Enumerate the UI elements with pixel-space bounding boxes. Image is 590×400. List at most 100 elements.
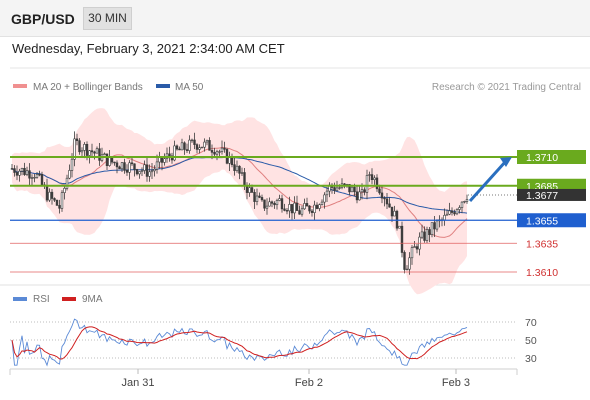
candle-body xyxy=(428,229,431,235)
candle-body xyxy=(270,201,274,204)
candle-body xyxy=(83,144,86,151)
candle-body xyxy=(425,229,429,241)
rsi-tick-label: 30 xyxy=(525,353,537,365)
candle-body xyxy=(205,140,209,143)
candle-body xyxy=(215,151,219,155)
candle-body xyxy=(143,164,146,171)
candle-body xyxy=(445,213,449,216)
candle-body xyxy=(63,188,66,194)
candle-body xyxy=(200,146,204,149)
candle-body xyxy=(450,210,454,213)
candle-body xyxy=(260,197,264,201)
candle-body xyxy=(303,203,306,210)
ma20-legend-swatch xyxy=(13,84,27,88)
candle-body xyxy=(68,170,71,179)
support-label: 1.3635 xyxy=(526,238,558,250)
candle-body xyxy=(423,231,426,241)
candle-body xyxy=(308,205,311,212)
candle-body xyxy=(465,199,469,202)
candle-body xyxy=(288,204,291,212)
candle-body xyxy=(403,252,406,270)
candle-body xyxy=(313,204,316,214)
candle-body xyxy=(203,141,206,148)
forecast-arrow-group xyxy=(468,157,512,202)
candle-body xyxy=(253,192,256,202)
candle-body xyxy=(388,203,391,208)
candle-body xyxy=(373,177,376,180)
candle-body xyxy=(430,222,434,235)
candle-body xyxy=(390,206,394,217)
candle-body xyxy=(318,204,321,209)
rsi-tick-label: 70 xyxy=(525,317,537,329)
candle-body xyxy=(333,187,336,191)
ma50-legend-swatch xyxy=(156,84,170,88)
copyright-text: Research © 2021 Trading Central xyxy=(432,82,581,93)
candle-body xyxy=(108,156,111,166)
candle-body xyxy=(28,170,31,179)
candle-body xyxy=(293,202,296,214)
candle-body xyxy=(240,172,244,174)
candle-body xyxy=(138,171,141,175)
candle-body xyxy=(370,174,374,181)
candle-body xyxy=(443,215,446,221)
candle-body xyxy=(398,225,401,229)
candle-body xyxy=(460,201,464,208)
candle-body xyxy=(30,177,34,179)
candle-body xyxy=(255,195,259,202)
candle-body xyxy=(285,210,289,212)
candle-body xyxy=(148,171,151,177)
candle-body xyxy=(310,210,314,213)
ma50-legend-label: MA 50 xyxy=(175,82,204,93)
candle-body xyxy=(120,162,124,170)
candle-body xyxy=(368,174,371,176)
candle-body xyxy=(275,200,279,205)
ma20-legend-label: MA 20 + Bollinger Bands xyxy=(33,82,143,93)
x-tick-label: Jan 31 xyxy=(121,377,154,389)
candle-body xyxy=(40,174,44,186)
candle-body xyxy=(290,204,294,214)
candle-body xyxy=(280,198,284,210)
candle-body xyxy=(408,257,411,270)
candle-body xyxy=(35,174,39,178)
candle-body xyxy=(278,198,281,201)
candle-body xyxy=(463,201,466,203)
candle-body xyxy=(53,198,56,201)
candle-body xyxy=(78,140,81,153)
candle-body xyxy=(188,139,191,151)
candle-body xyxy=(90,150,94,153)
candle-body xyxy=(268,201,271,207)
candle-body xyxy=(210,150,214,153)
candle-body xyxy=(113,161,116,164)
rsi-panel-group: 70 50 30 xyxy=(10,317,537,367)
candle-body xyxy=(250,187,254,193)
resistance-label: 1.3710 xyxy=(526,152,558,164)
candle-body xyxy=(243,172,246,186)
candle-body xyxy=(18,170,21,176)
candle-body xyxy=(453,212,456,215)
bollinger-band-group xyxy=(12,108,467,295)
candle-body xyxy=(180,142,184,151)
candle-body xyxy=(383,197,386,200)
rsi-line xyxy=(11,318,468,367)
candle-body xyxy=(88,150,91,156)
candle-body xyxy=(300,208,304,215)
candle-body xyxy=(353,186,356,193)
candle-body xyxy=(115,162,119,168)
candle-body xyxy=(33,177,36,179)
candle-body xyxy=(273,203,276,206)
candle-body xyxy=(103,153,106,156)
candle-body xyxy=(218,151,221,153)
candle-body xyxy=(283,208,286,211)
x-axis-group: Jan 31 Feb 2 Feb 3 xyxy=(121,369,470,389)
candle-body xyxy=(105,153,109,166)
candle-body xyxy=(20,168,24,172)
candle-body xyxy=(133,163,136,170)
candle-body xyxy=(155,161,159,170)
candle-body xyxy=(45,185,49,201)
candle-body xyxy=(435,220,439,230)
candle-body xyxy=(458,207,461,210)
candle-body xyxy=(198,147,201,150)
rsi-tick-label: 50 xyxy=(525,335,537,347)
candle-body xyxy=(320,201,324,206)
candle-body xyxy=(50,191,54,199)
